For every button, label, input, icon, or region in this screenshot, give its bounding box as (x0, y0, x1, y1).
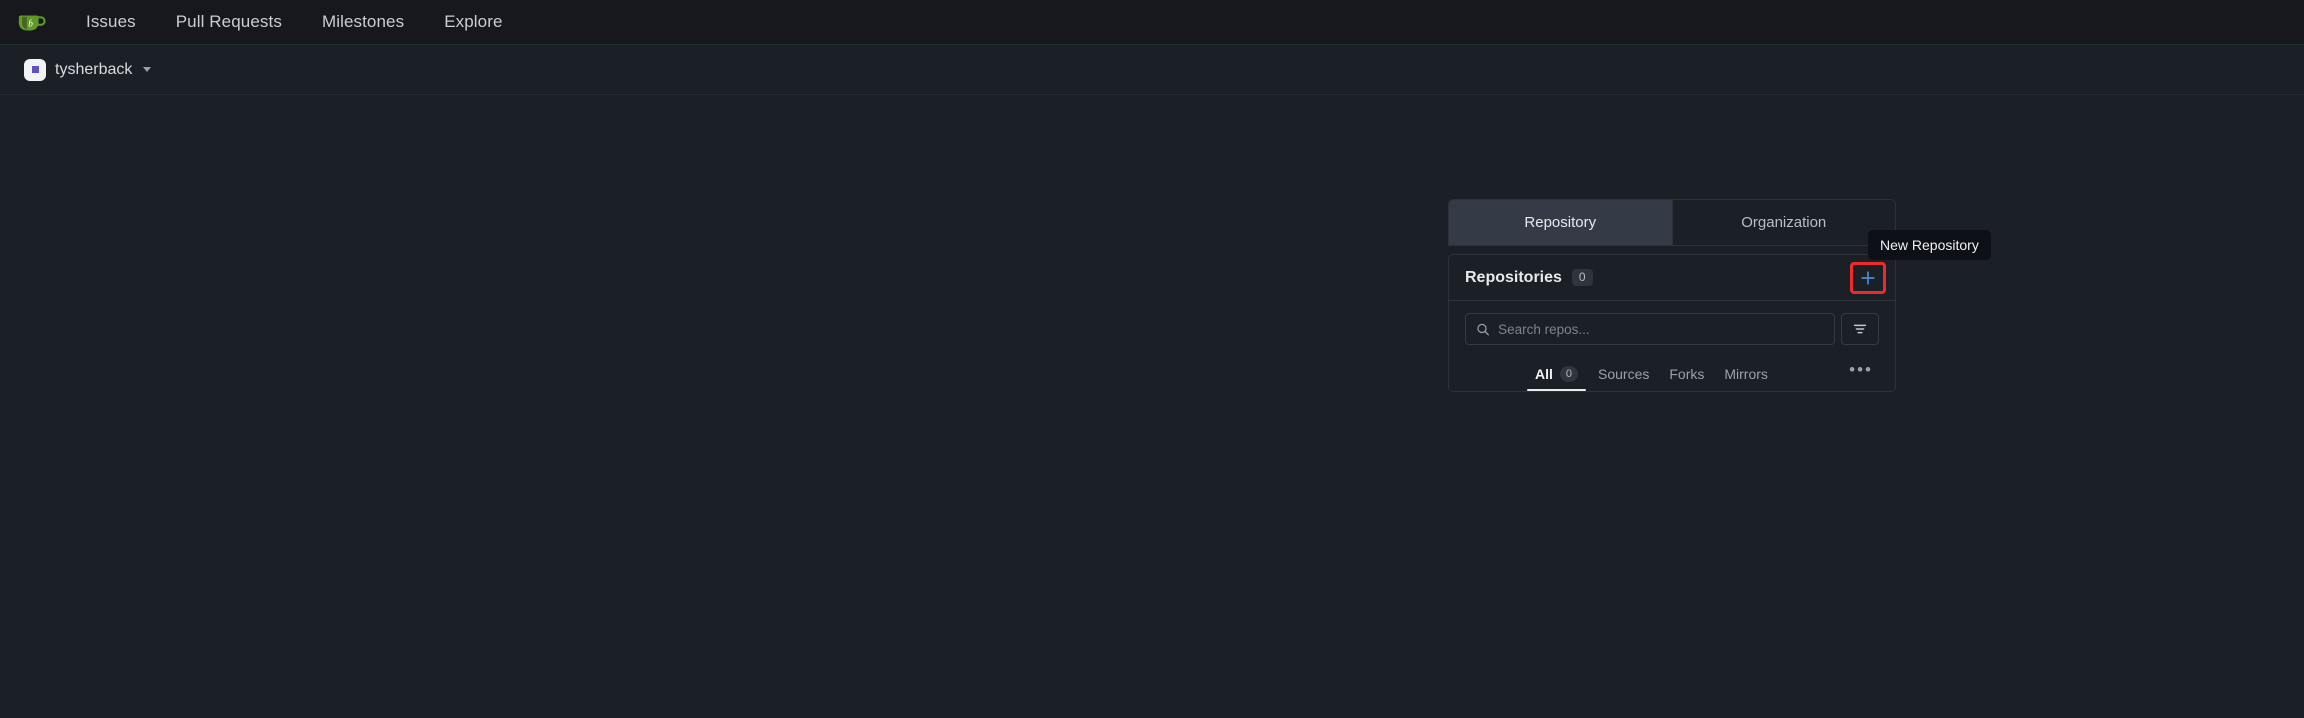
repositories-title: Repositories (1465, 268, 1562, 286)
filter-tab-sources[interactable]: Sources (1588, 366, 1659, 391)
primary-nav-links: Issues Pull Requests Milestones Explore (66, 6, 523, 38)
filter-tab-mirrors[interactable]: Mirrors (1714, 366, 1778, 391)
filter-button[interactable] (1841, 313, 1879, 345)
plus-icon (1861, 270, 1875, 285)
filter-tab-all[interactable]: All 0 (1525, 365, 1588, 392)
filter-tab-forks-label: Forks (1669, 366, 1705, 382)
new-repository-tooltip: New Repository (1868, 230, 1991, 260)
filter-tab-forks[interactable]: Forks (1659, 366, 1714, 391)
search-row (1465, 313, 1879, 345)
repository-filter-tabs: All 0 Sources Forks Mirrors ••• (1465, 355, 1879, 392)
avatar (24, 58, 46, 81)
nav-link-explore[interactable]: Explore (424, 6, 522, 38)
search-icon (1477, 323, 1489, 335)
nav-link-issues[interactable]: Issues (66, 6, 156, 38)
filter-tab-mirrors-label: Mirrors (1724, 366, 1768, 382)
filter-tabs-more-button[interactable]: ••• (1843, 360, 1879, 391)
gitea-logo[interactable]: ɓ (14, 5, 48, 39)
context-bar: tysherback (0, 45, 2304, 95)
repositories-card-body: All 0 Sources Forks Mirrors ••• (1449, 301, 1895, 392)
svg-text:ɓ: ɓ (28, 19, 33, 30)
repositories-count-badge: 0 (1571, 268, 1593, 287)
filter-tab-sources-label: Sources (1598, 366, 1650, 382)
dashboard-scope-tabs: Repository Organization (1448, 199, 1896, 246)
nav-link-pull-requests[interactable]: Pull Requests (156, 6, 302, 38)
filter-tab-all-badge: 0 (1559, 365, 1579, 382)
top-navbar: ɓ Issues Pull Requests Milestones Explor… (0, 0, 2304, 45)
nav-link-milestones[interactable]: Milestones (302, 6, 424, 38)
chevron-down-icon (143, 67, 152, 72)
search-input[interactable] (1498, 321, 1834, 337)
search-field-wrapper[interactable] (1465, 313, 1835, 345)
filter-tab-all-label: All (1535, 365, 1553, 382)
repositories-card-header: Repositories 0 (1449, 255, 1895, 301)
tab-repository[interactable]: Repository (1449, 200, 1673, 245)
new-repository-button[interactable] (1850, 261, 1886, 294)
dashboard-panel: Repository Organization Repositories 0 S… (1448, 199, 1896, 392)
tab-organization[interactable]: Organization (1672, 200, 1895, 245)
main-content: New Repository Repository Organization R… (0, 95, 2304, 718)
repositories-card: Repositories 0 Search repos... All 0 Sou… (1448, 254, 1896, 392)
account-name: tysherback (55, 60, 133, 78)
filter-icon (1853, 324, 1867, 334)
account-switcher[interactable]: tysherback (18, 55, 157, 85)
